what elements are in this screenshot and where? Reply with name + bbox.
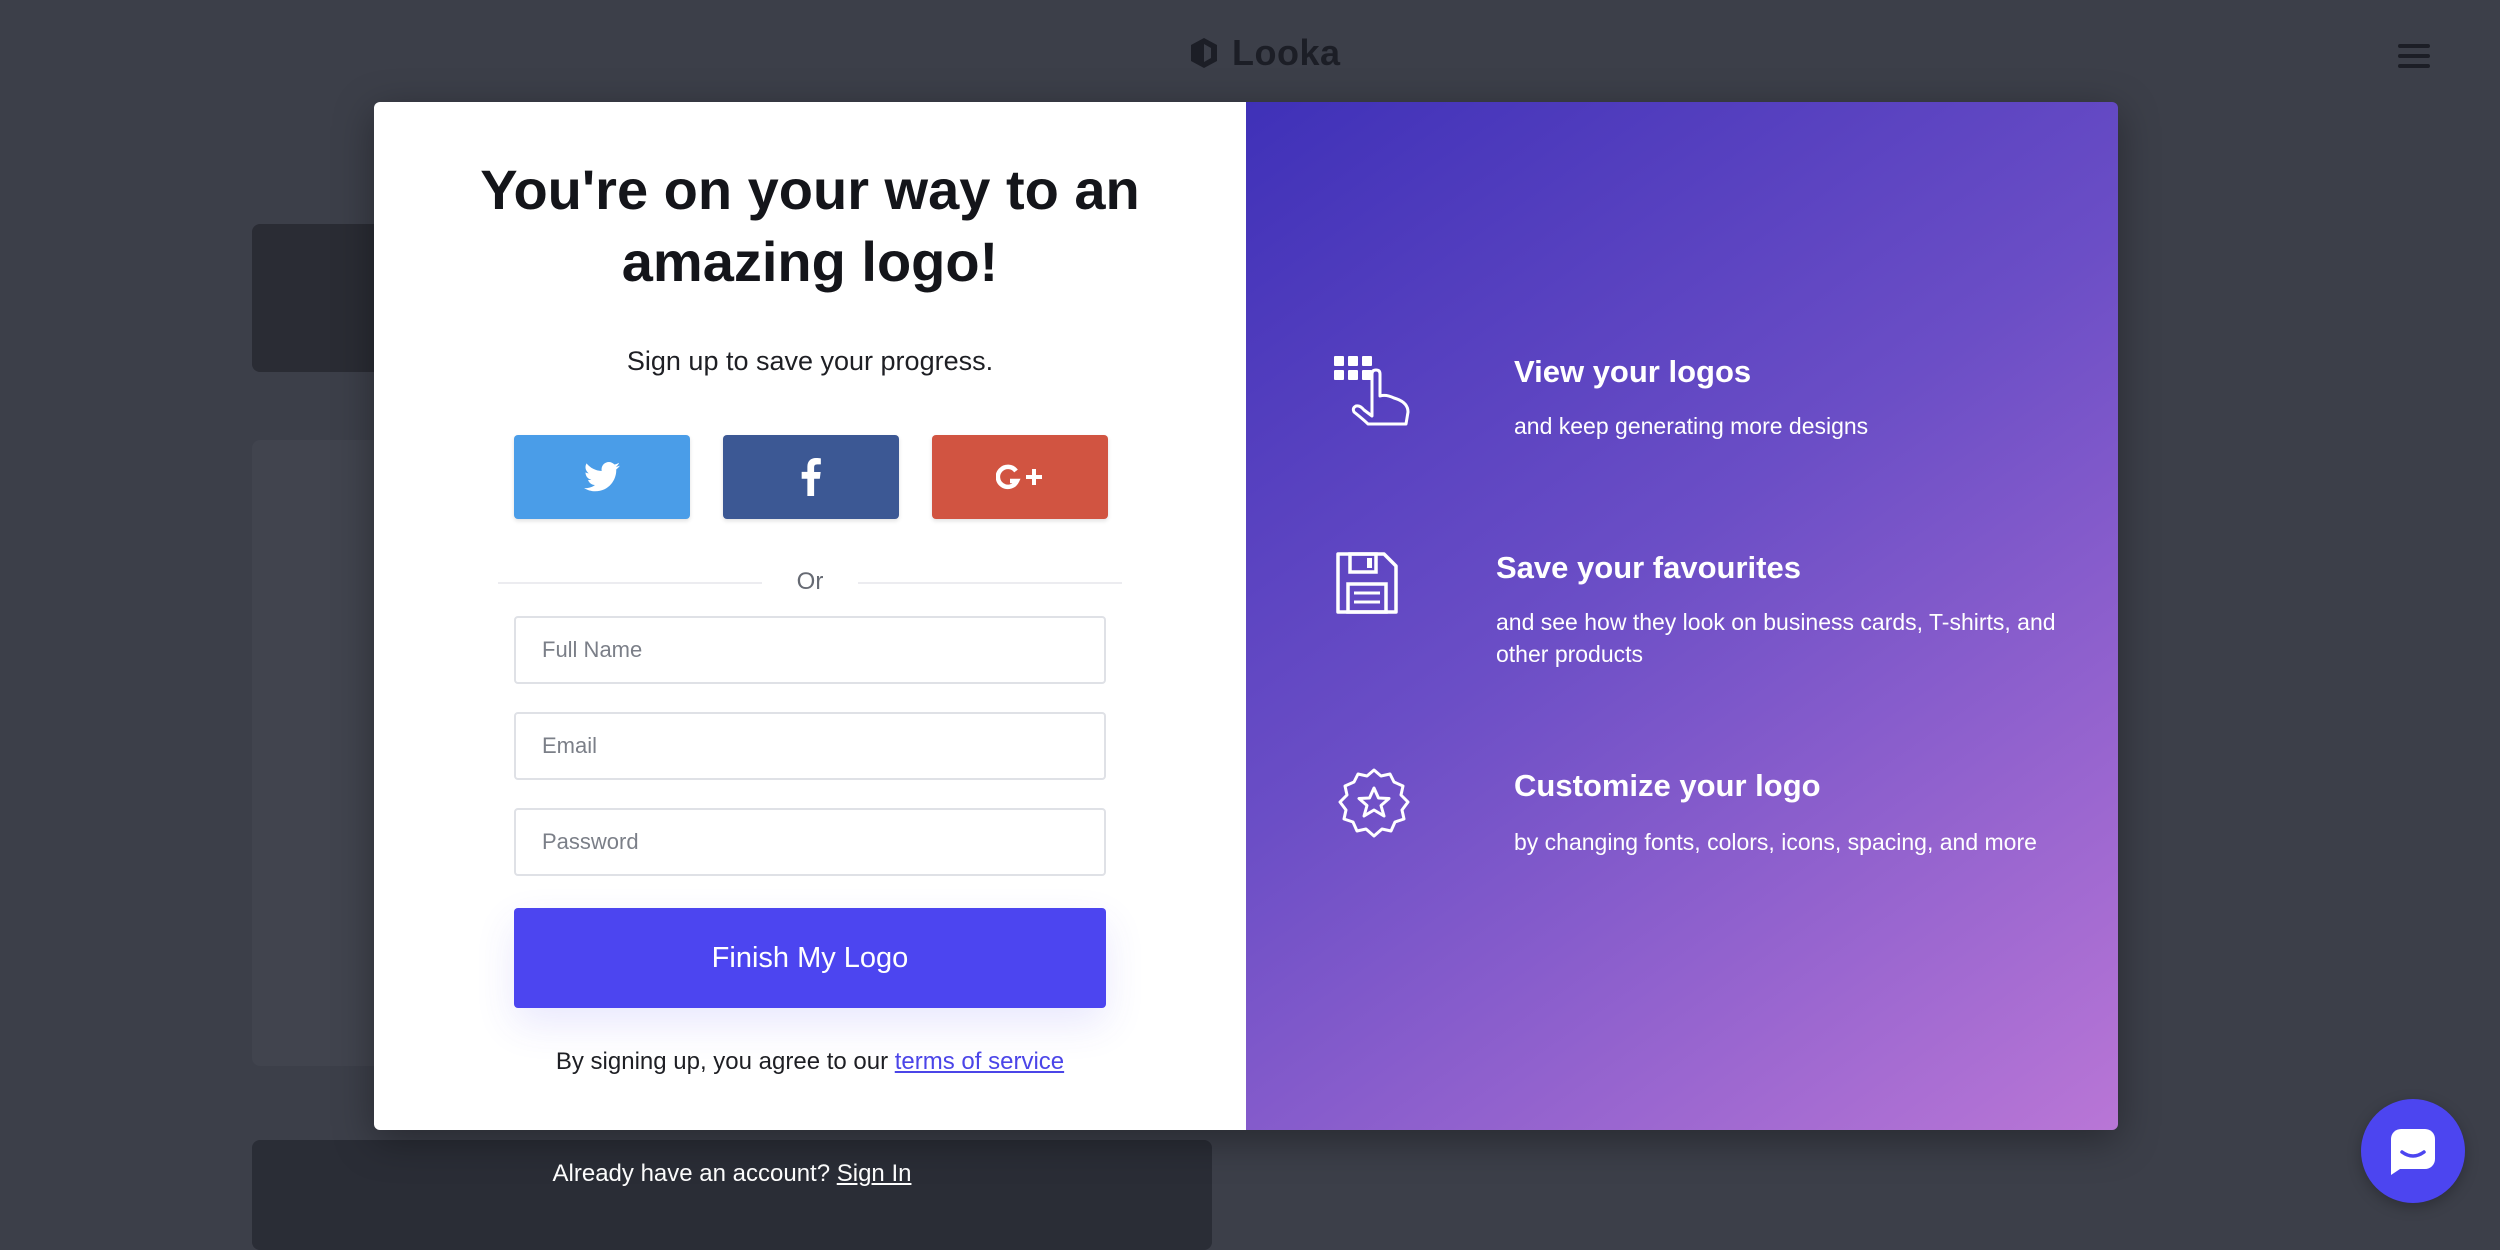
floppy-disk-icon	[1336, 552, 1398, 614]
facebook-signup-button[interactable]	[723, 435, 899, 519]
top-bar: Looka	[0, 0, 2500, 110]
brand-logo[interactable]: Looka	[1186, 32, 1341, 74]
grid-pointer-icon	[1334, 356, 1410, 426]
email-field[interactable]	[514, 712, 1106, 780]
chat-launcher-button[interactable]	[2361, 1099, 2465, 1203]
terms-notice: By signing up, you agree to our terms of…	[434, 1048, 1186, 1076]
feature-title: View your logos	[1514, 354, 1752, 389]
feature-description: by changing fonts, colors, icons, spacin…	[1514, 829, 2037, 855]
already-have-account: Already have an account? Sign In	[252, 1160, 1212, 1188]
already-have-account-text: Already have an account?	[552, 1160, 831, 1187]
feature-title: Customize your logo	[1514, 768, 1821, 803]
signup-modal: You're on your way to an amazing logo! S…	[374, 102, 2118, 1130]
modal-headline: You're on your way to an amazing logo!	[480, 158, 1140, 293]
chat-bubble-icon	[2391, 1129, 2435, 1175]
modal-subline: Sign up to save your progress.	[626, 346, 994, 376]
badge-star-icon	[1338, 768, 1410, 838]
twitter-icon	[584, 462, 620, 492]
facebook-icon	[801, 458, 821, 496]
sign-in-link[interactable]: Sign In	[837, 1160, 912, 1187]
hamburger-menu-icon[interactable]	[2398, 44, 2430, 68]
looka-logo-icon	[1191, 38, 1217, 68]
or-divider: Or	[498, 568, 1122, 598]
background-card-bottom	[252, 1140, 1212, 1250]
brand-name: Looka	[1232, 32, 1341, 73]
feature-description: and keep generating more designs	[1514, 413, 1869, 439]
terms-of-service-link[interactable]: terms of service	[895, 1048, 1064, 1075]
terms-text: By signing up, you agree to our	[555, 1048, 889, 1075]
finish-my-logo-button[interactable]: Finish My Logo	[514, 908, 1106, 1008]
signup-form-panel: You're on your way to an amazing logo! S…	[374, 102, 1246, 1130]
features-panel: View your logos and keep generating more…	[1246, 102, 2118, 1130]
twitter-signup-button[interactable]	[514, 435, 690, 519]
full-name-field[interactable]	[514, 616, 1106, 684]
password-field[interactable]	[514, 808, 1106, 876]
feature-title: Save your favourites	[1496, 550, 1801, 585]
google-plus-signup-button[interactable]	[932, 435, 1108, 519]
feature-description: and see how they look on business cards,…	[1496, 609, 2056, 667]
google-plus-icon	[996, 464, 1042, 490]
